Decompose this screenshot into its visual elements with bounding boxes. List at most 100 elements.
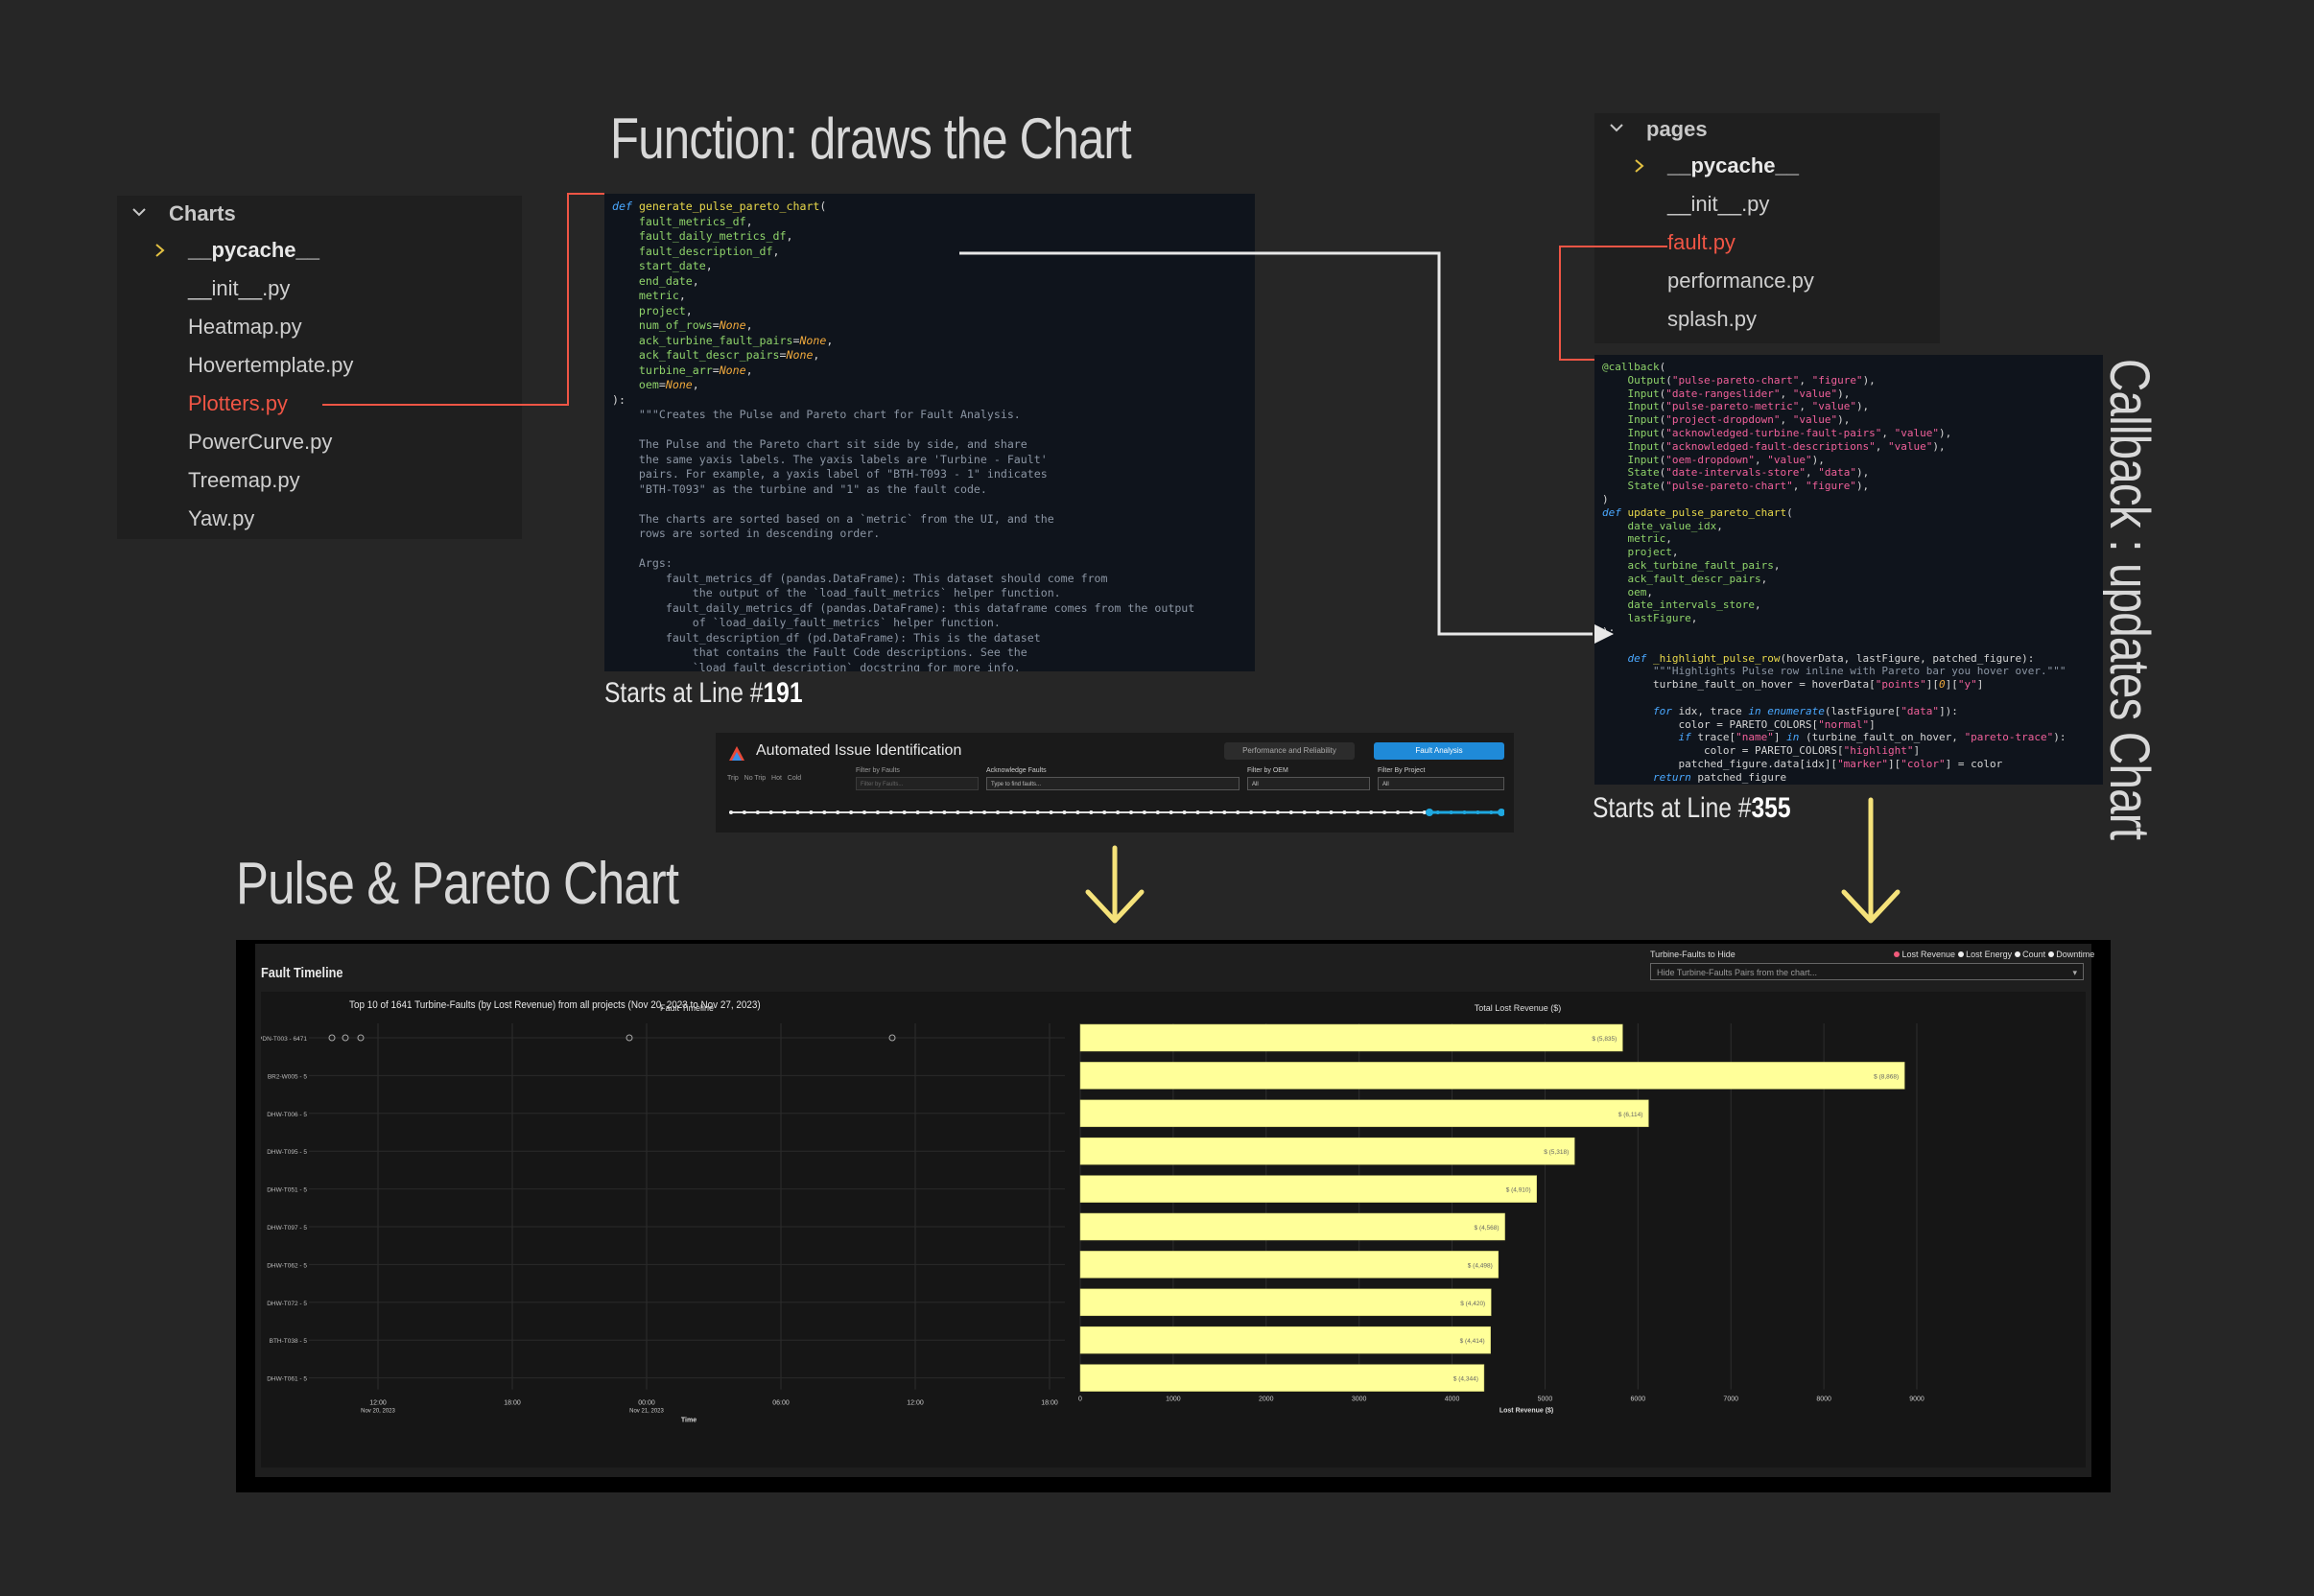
tab-performance[interactable]: Performance and Reliability xyxy=(1224,742,1355,760)
pareto-bar xyxy=(1079,1326,1491,1354)
radio-downtime-label: Downtime xyxy=(2056,950,2095,959)
slider-handle-start xyxy=(1426,809,1433,816)
slider-tick xyxy=(1435,810,1440,814)
timeline-x-tick: 12:00 xyxy=(907,1400,924,1407)
radio-downtime[interactable]: Downtime xyxy=(2047,950,2095,959)
slider-tick xyxy=(969,810,974,814)
slider-tick xyxy=(1396,810,1400,814)
legend-hot: Hot xyxy=(771,775,782,782)
pareto-bar-label: $ (6,114) xyxy=(1618,1112,1643,1118)
slider-tick xyxy=(1476,810,1480,814)
slider-tick xyxy=(1075,810,1080,814)
slider-tick xyxy=(1249,810,1254,814)
app-logo-icon xyxy=(729,746,744,761)
slider-tick xyxy=(956,810,960,814)
pareto-bar-label: $ (4,498) xyxy=(1468,1262,1493,1269)
pareto-bar xyxy=(1079,1175,1537,1203)
slider-tick xyxy=(1315,810,1320,814)
slider-tick xyxy=(915,810,920,814)
slider-tick xyxy=(1169,810,1173,814)
filter-faults-dropdown[interactable]: Filter by Faults... xyxy=(856,777,979,790)
pareto-x-tick: 3000 xyxy=(1352,1396,1367,1403)
slider-tick xyxy=(1263,810,1266,814)
pareto-xlabel: Lost Revenue ($) xyxy=(1499,1408,1553,1415)
legend-cold: Cold xyxy=(787,775,802,782)
timeline-y-label: DHW-T062 - 5 xyxy=(267,1262,307,1269)
timeline-x-tick: 18:00 xyxy=(1041,1400,1058,1407)
section-title: Fault Timeline xyxy=(261,965,343,981)
radio-dot-icon xyxy=(1957,951,1964,957)
slider-tick xyxy=(1288,810,1293,814)
slider-tick xyxy=(1449,810,1453,814)
pareto-bar xyxy=(1079,1288,1492,1317)
pareto-x-tick: 6000 xyxy=(1631,1396,1646,1403)
pareto-bar-label: $ (4,420) xyxy=(1460,1301,1485,1307)
timeline-y-label: BTH-T038 - 5 xyxy=(270,1338,308,1345)
pareto-bar-label: $ (8,868) xyxy=(1874,1073,1899,1080)
timeline-x-tick: 18:00 xyxy=(504,1400,521,1407)
pareto-bar xyxy=(1079,1212,1505,1241)
radio-count-label: Count xyxy=(2022,950,2046,959)
radio-dot-icon xyxy=(2047,951,2054,957)
radio-count[interactable]: Count xyxy=(2014,950,2046,959)
timeline-y-label: DHW-T051 - 5 xyxy=(267,1187,307,1194)
legend-trip: Trip xyxy=(727,775,739,782)
slider-tick xyxy=(1035,810,1040,814)
slider-tick xyxy=(742,810,746,814)
slider-tick xyxy=(1182,810,1187,814)
radio-lost-energy-label: Lost Energy xyxy=(1966,950,2013,959)
project-label: Filter By Project xyxy=(1378,767,1426,774)
slider-tick xyxy=(768,810,773,814)
slider-tick xyxy=(1089,810,1094,814)
slider-handle-end xyxy=(1498,809,1504,816)
chevron-down-icon: ▾ xyxy=(2072,968,2077,977)
timeline-xlabel: Time xyxy=(681,1418,697,1424)
timeline-y-label: DHW-T006 - 5 xyxy=(267,1112,307,1118)
radio-lost-revenue[interactable]: Lost Revenue xyxy=(1894,950,1955,959)
slider-tick xyxy=(1116,810,1121,814)
project-value: All xyxy=(1382,782,1389,787)
pareto-x-tick: 7000 xyxy=(1723,1396,1738,1403)
timeline-x-tick-date: Nov 20, 2023 xyxy=(361,1409,395,1415)
down-arrow-icon xyxy=(1841,797,1901,924)
pareto-x-tick: 5000 xyxy=(1538,1396,1553,1403)
pareto-bar-label: $ (4,344) xyxy=(1453,1376,1478,1383)
slider-tick xyxy=(862,810,866,814)
slider-tick xyxy=(1329,810,1334,814)
pulse-pareto-svg: Fault Timeline 12:00 Nov 20, 2023 18:00 00:0… xyxy=(261,1003,1924,1424)
pareto-x-tick: 2000 xyxy=(1259,1396,1274,1403)
slider-tick xyxy=(1236,810,1240,814)
chart-card: Fault Timeline Turbine-Faults to Hide Lo… xyxy=(255,944,2094,1477)
down-arrow-icon xyxy=(1085,845,1145,924)
project-dropdown[interactable]: All xyxy=(1378,777,1504,790)
slider-tick xyxy=(1222,810,1227,814)
red-connector-fault xyxy=(1559,246,1667,361)
timeline-x-tick: 06:00 xyxy=(772,1400,790,1407)
timeline-y-label: DHW-T072 - 5 xyxy=(267,1301,307,1307)
filter-faults-label: Filter by Faults xyxy=(856,767,900,774)
pareto-x-tick: 0 xyxy=(1078,1396,1082,1403)
ack-faults-input[interactable]: Type to find faults... xyxy=(986,777,1240,790)
slider-tick xyxy=(1209,810,1214,814)
tab-fault-analysis[interactable]: Fault Analysis xyxy=(1374,742,1504,760)
radio-lost-energy[interactable]: Lost Energy xyxy=(1957,950,2013,959)
slider-tick xyxy=(1195,810,1200,814)
slider-tick xyxy=(982,810,987,814)
slider-tick xyxy=(1489,810,1494,814)
slider-tick xyxy=(875,810,880,814)
timeline-y-label: DHW-T097 - 5 xyxy=(267,1225,307,1232)
radio-dot-icon xyxy=(2014,951,2020,957)
slider-tick xyxy=(1049,810,1053,814)
legend-no-trip: No Trip xyxy=(744,775,767,782)
oem-dropdown[interactable]: All xyxy=(1247,777,1370,790)
slider-tick xyxy=(1062,810,1067,814)
slider-tick xyxy=(822,810,827,814)
slider-tick xyxy=(1275,810,1280,814)
app-title: Automated Issue Identification xyxy=(756,742,962,759)
date-range-slider[interactable] xyxy=(729,806,1504,825)
pareto-bar xyxy=(1079,1062,1905,1090)
hide-faults-dropdown[interactable]: Hide Turbine-Faults Pairs from the chart… xyxy=(1650,963,2084,980)
pareto-bar xyxy=(1079,1137,1575,1165)
oem-label: Filter by OEM xyxy=(1247,767,1288,774)
pareto-bar xyxy=(1079,1099,1649,1128)
